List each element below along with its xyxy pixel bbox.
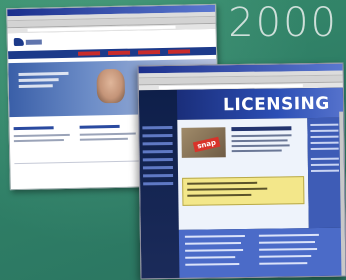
text-line — [185, 263, 240, 266]
nav-link — [143, 173, 174, 178]
text-line — [187, 187, 268, 191]
year-label: 2000 — [228, 0, 338, 46]
hero-text-line — [18, 78, 59, 82]
nav-link — [142, 165, 173, 170]
text-line — [310, 129, 339, 133]
nav-link — [142, 133, 173, 138]
text-line — [310, 157, 339, 161]
text-line — [13, 139, 64, 143]
column-heading — [79, 124, 120, 129]
text-line — [259, 247, 318, 251]
licensing-browser-window: LICENSING snap — [137, 62, 346, 280]
nav-link — [142, 141, 173, 146]
licensing-page-content: LICENSING snap — [138, 87, 346, 279]
hero-text-line — [18, 84, 53, 88]
usps-wordmark — [25, 38, 42, 45]
left-nav-column — [138, 89, 180, 279]
text-line — [231, 139, 288, 143]
usps-logo — [13, 36, 44, 48]
column-heading — [13, 126, 54, 131]
text-line — [13, 133, 70, 138]
licensing-header: LICENSING — [176, 87, 344, 120]
licensing-title: LICENSING — [222, 93, 330, 116]
text-line — [259, 262, 308, 265]
text-line — [310, 123, 339, 127]
hero-photo — [96, 68, 126, 104]
nav-tab — [78, 51, 101, 56]
text-line — [187, 193, 252, 197]
text-line — [258, 233, 319, 237]
text-line — [310, 135, 339, 139]
main-article: snap — [177, 118, 309, 230]
nav-link — [142, 149, 173, 154]
text-line — [231, 144, 290, 148]
text-line — [310, 169, 340, 173]
nav-tab — [138, 50, 161, 55]
text-line — [184, 242, 242, 245]
nav-link — [142, 125, 173, 130]
text-line — [231, 134, 292, 138]
usps-nav-bar — [8, 46, 217, 60]
text-line — [184, 234, 245, 238]
text-line — [231, 149, 282, 153]
hero-text-line — [18, 71, 69, 76]
highlight-box — [182, 176, 305, 206]
bottom-link-area — [178, 227, 346, 278]
nav-tab — [168, 49, 191, 54]
text-line — [79, 137, 128, 141]
nav-link — [143, 181, 174, 186]
text-line — [258, 240, 316, 244]
text-line — [185, 256, 236, 259]
article-heading — [231, 126, 292, 132]
text-line — [310, 163, 339, 167]
eagle-icon — [13, 37, 24, 47]
text-line — [79, 132, 136, 136]
article-photo: snap — [181, 127, 226, 158]
text-line — [310, 147, 339, 151]
nav-link — [142, 157, 173, 162]
text-line — [185, 248, 244, 252]
photo-tag: snap — [192, 136, 221, 153]
text-line — [187, 181, 258, 185]
nav-tab — [108, 50, 131, 56]
text-line — [310, 141, 339, 145]
text-line — [259, 255, 312, 258]
